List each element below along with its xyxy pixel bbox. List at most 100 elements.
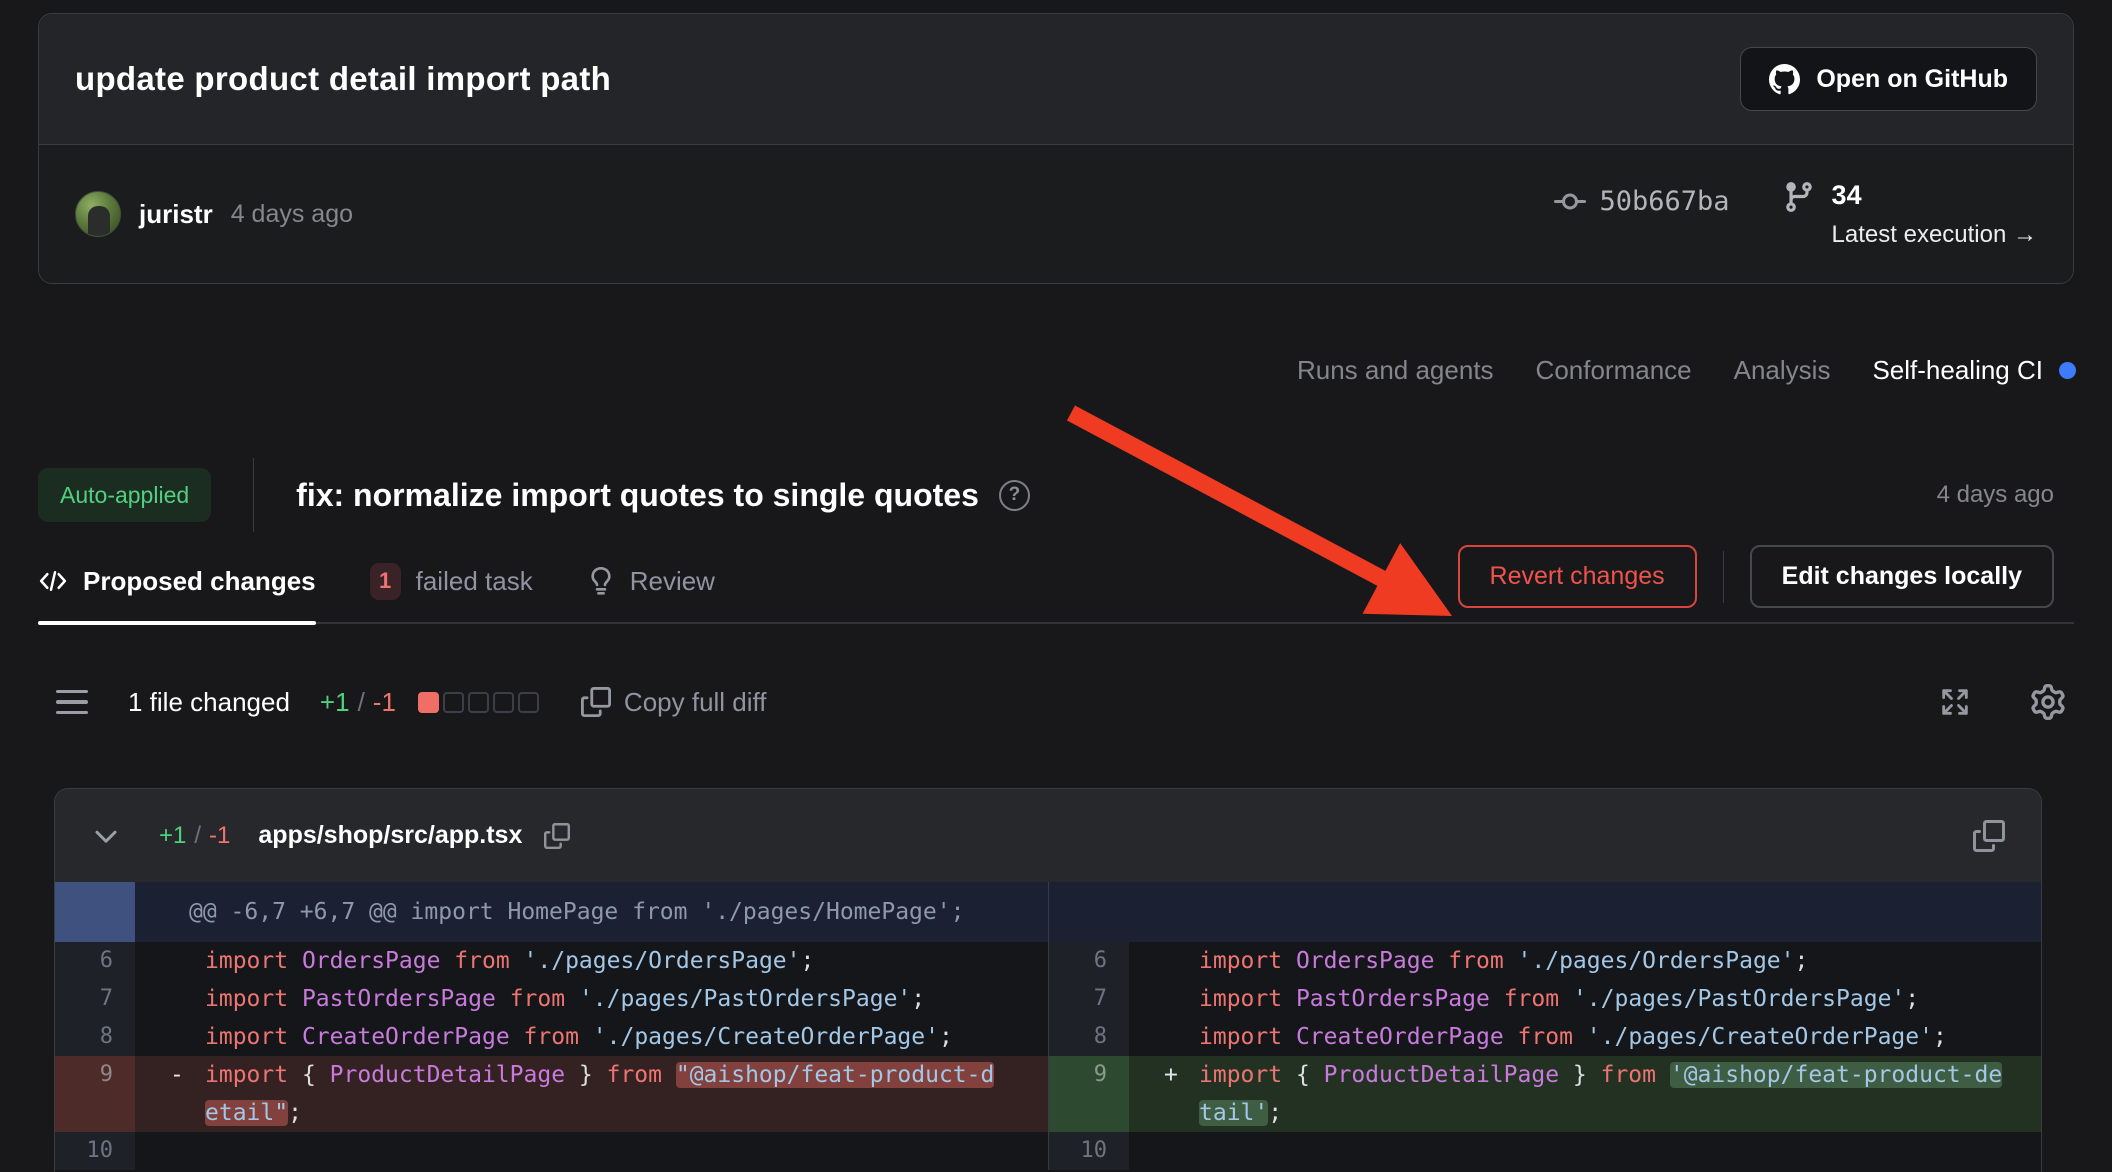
- file-additions: +1: [159, 822, 186, 850]
- diff-pane-left: @@ -6,7 +6,7 @@ import HomePage from './…: [55, 882, 1048, 1170]
- diff-line-6: 6import OrdersPage from './pages/OrdersP…: [1049, 942, 2041, 980]
- diff-pane-right: 6import OrdersPage from './pages/OrdersP…: [1048, 882, 2041, 1170]
- file-stats-separator: /: [194, 822, 201, 850]
- open-on-github-button[interactable]: Open on GitHub: [1740, 47, 2037, 111]
- diff-line-10: 10: [1049, 1132, 2041, 1170]
- tab-proposed-changes-label: Proposed changes: [83, 566, 316, 597]
- tab-self-healing-ci-label: Self-healing CI: [1872, 355, 2043, 386]
- diff-line-7: 7import PastOrdersPage from './pages/Pas…: [1049, 980, 2041, 1018]
- file-name: apps/shop/src/app.tsx: [258, 821, 522, 850]
- diff-block-empty: [493, 692, 514, 713]
- header-card: update product detail import path Open o…: [38, 13, 2074, 284]
- open-on-github-label: Open on GitHub: [1816, 65, 2008, 94]
- author-name: juristr: [139, 199, 213, 230]
- page-tabs: Runs and agents Conformance Analysis Sel…: [1297, 345, 2076, 395]
- hunk-header-right: [1049, 882, 2041, 942]
- tab-failed-task[interactable]: 1 failed task: [370, 539, 533, 623]
- diff-right-rows: 6import OrdersPage from './pages/OrdersP…: [1049, 942, 2041, 1170]
- lightbulb-icon: [587, 567, 615, 595]
- line-number: 8: [1049, 1018, 1129, 1056]
- line-number: 10: [55, 1132, 135, 1170]
- fix-title: fix: normalize import quotes to single q…: [296, 477, 979, 514]
- commit-link[interactable]: 50b667ba: [1554, 186, 1730, 218]
- revert-changes-button[interactable]: Revert changes: [1458, 545, 1697, 608]
- latest-execution-link[interactable]: Latest execution →: [1832, 221, 2037, 249]
- stats-separator: /: [358, 687, 365, 718]
- tab-review-label: Review: [630, 566, 715, 597]
- diff-line-8: 8import CreateOrderPage from './pages/Cr…: [1049, 1018, 2041, 1056]
- gear-icon[interactable]: [2030, 684, 2066, 720]
- code-text: import CreateOrderPage from './pages/Cre…: [135, 1018, 1048, 1056]
- commit-meta: 50b667ba 34 Latest execution →: [1554, 180, 2038, 249]
- tab-failed-task-label: failed task: [416, 566, 533, 597]
- line-number: 10: [1049, 1132, 1129, 1170]
- fix-actions: Revert changes Edit changes locally: [1458, 545, 2054, 608]
- line-number: 6: [1049, 942, 1129, 980]
- copy-full-diff-button[interactable]: Copy full diff: [581, 687, 767, 718]
- diff-progress-blocks: [418, 692, 539, 713]
- expand-fullscreen-icon[interactable]: [1938, 685, 1972, 719]
- line-number: 8: [55, 1018, 135, 1056]
- commit-icon: [1554, 186, 1586, 218]
- line-number: 6: [55, 942, 135, 980]
- files-changed-label: 1 file changed: [128, 687, 290, 718]
- copy-full-diff-label: Copy full diff: [624, 687, 767, 718]
- tab-analysis[interactable]: Analysis: [1734, 355, 1831, 386]
- code-icon: [38, 566, 68, 596]
- clipboard-icon: [581, 687, 611, 717]
- diff-block-empty: [518, 692, 539, 713]
- code-text: import OrdersPage from './pages/OrdersPa…: [1129, 942, 2041, 980]
- collapse-chevron-icon[interactable]: [91, 821, 121, 851]
- diff-marker: +: [1164, 1056, 1178, 1094]
- diff-line-6: 6import OrdersPage from './pages/OrdersP…: [55, 942, 1048, 980]
- hunk-header: @@ -6,7 +6,7 @@ import HomePage from './…: [55, 882, 1048, 942]
- header-title-row: update product detail import path Open o…: [39, 14, 2073, 145]
- tab-conformance[interactable]: Conformance: [1536, 355, 1692, 386]
- code-text: -import { ProductDetailPage } from "@ais…: [135, 1056, 1048, 1132]
- code-text: import PastOrdersPage from './pages/Past…: [135, 980, 1048, 1018]
- commit-hash: 50b667ba: [1600, 186, 1730, 217]
- tab-self-healing-ci[interactable]: Self-healing CI: [1872, 355, 2076, 386]
- file-header: +1 / -1 apps/shop/src/app.tsx: [55, 789, 2041, 882]
- diff-block-filled: [418, 692, 439, 713]
- diff-toolbar: 1 file changed +1 / -1 Copy full diff: [56, 672, 2066, 732]
- commit-author: juristr 4 days ago: [75, 191, 353, 237]
- code-text: import OrdersPage from './pages/OrdersPa…: [135, 942, 1048, 980]
- copy-file-diff-icon[interactable]: [1973, 820, 2005, 852]
- diff-line-7: 7import PastOrdersPage from './pages/Pas…: [55, 980, 1048, 1018]
- fix-header-row: Auto-applied fix: normalize import quote…: [38, 458, 2054, 532]
- diff-line-8: 8import CreateOrderPage from './pages/Cr…: [55, 1018, 1048, 1056]
- code-text: import CreateOrderPage from './pages/Cre…: [1129, 1018, 2041, 1056]
- diff-block-empty: [468, 692, 489, 713]
- tab-review[interactable]: Review: [587, 539, 715, 623]
- help-icon[interactable]: ?: [999, 480, 1030, 511]
- file-list-menu-icon[interactable]: [56, 690, 88, 715]
- code-text: import PastOrdersPage from './pages/Past…: [1129, 980, 2041, 1018]
- diff-line-9: 9-import { ProductDetailPage } from "@ai…: [55, 1056, 1048, 1132]
- divider: [1723, 551, 1724, 603]
- diff-left-rows: 6import OrdersPage from './pages/OrdersP…: [55, 942, 1048, 1170]
- header-meta-row: juristr 4 days ago 50b667ba 34 Latest ex…: [39, 145, 2073, 283]
- code-text: +import { ProductDetailPage } from '@ais…: [1129, 1056, 2041, 1132]
- divider: [253, 458, 254, 532]
- line-number: 9: [1049, 1056, 1129, 1132]
- fix-timestamp: 4 days ago: [1937, 481, 2054, 509]
- failed-count-badge: 1: [370, 563, 401, 600]
- tab-runs-and-agents[interactable]: Runs and agents: [1297, 355, 1494, 386]
- file-deletions: -1: [209, 822, 230, 850]
- author-timestamp: 4 days ago: [231, 200, 353, 229]
- hunk-header-text: @@ -6,7 +6,7 @@ import HomePage from './…: [135, 882, 964, 942]
- run-count[interactable]: 34: [1832, 180, 2037, 211]
- git-branch-icon: [1782, 180, 1816, 214]
- diff-line-10: 10: [55, 1132, 1048, 1170]
- diff-card: +1 / -1 apps/shop/src/app.tsx @@ -6,7 +6…: [54, 788, 2042, 1172]
- diff-body: @@ -6,7 +6,7 @@ import HomePage from './…: [55, 882, 2041, 1170]
- additions-count: +1: [320, 687, 350, 718]
- notification-dot: [2059, 362, 2076, 379]
- github-icon: [1769, 64, 1800, 95]
- code-text: [1129, 1132, 2041, 1170]
- tab-proposed-changes[interactable]: Proposed changes: [38, 539, 316, 623]
- edit-changes-locally-button[interactable]: Edit changes locally: [1750, 545, 2054, 608]
- hunk-gutter-block: [55, 882, 135, 942]
- copy-filename-icon[interactable]: [544, 823, 570, 849]
